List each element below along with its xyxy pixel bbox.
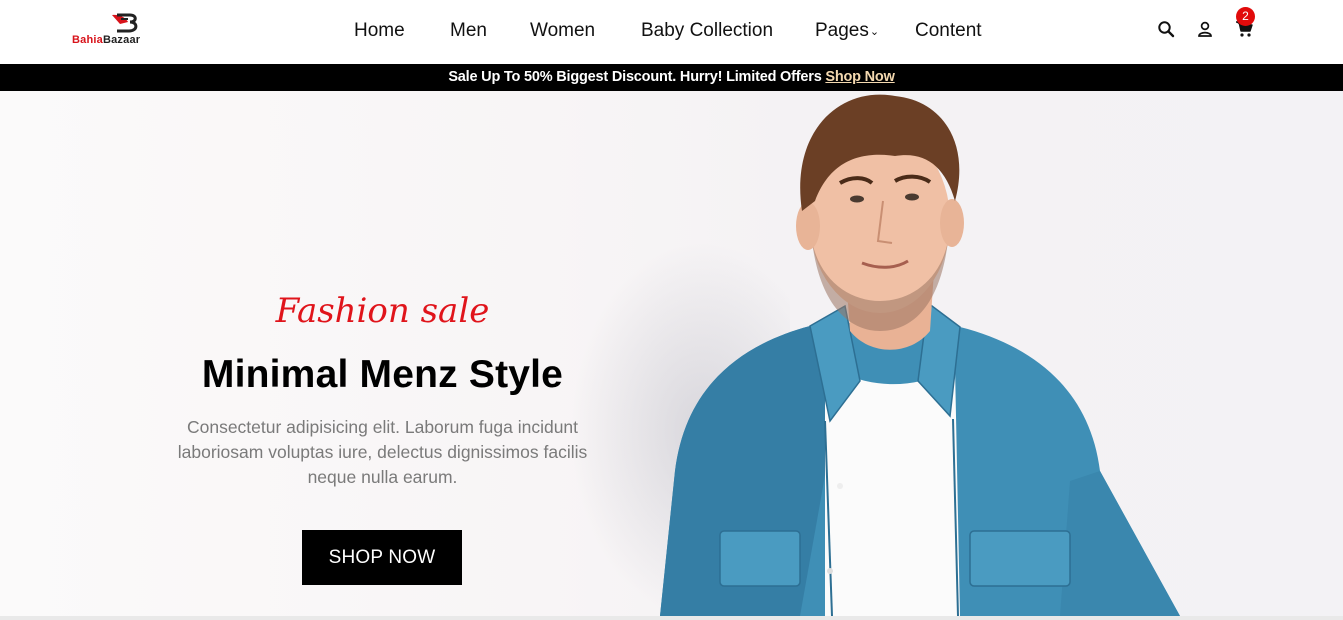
nav-content[interactable]: Content [915, 20, 982, 42]
promo-shop-now-link[interactable]: Shop Now [825, 69, 894, 85]
nav-home[interactable]: Home [354, 20, 405, 42]
shop-now-button[interactable]: SHOP NOW [302, 530, 462, 585]
promo-text: Sale Up To 50% Biggest Discount. Hurry! … [448, 69, 826, 85]
hero-subtitle: Fashion sale [275, 291, 490, 331]
promo-bar: Sale Up To 50% Biggest Discount. Hurry! … [0, 64, 1343, 91]
site-header: BahiaBazaar Home Men Women Baby Collecti… [0, 0, 1343, 64]
page-divider [0, 616, 1343, 620]
hero-title: Minimal Menz Style [201, 353, 564, 396]
hero-banner: Fashion sale Minimal Menz Style Consecte… [0, 91, 1343, 616]
hero-description: Consectetur adipisicing elit. Laborum fu… [177, 417, 588, 487]
main-nav: Home Men Women Baby Collection Pages⌄ Co… [0, 0, 1343, 64]
nav-women[interactable]: Women [530, 20, 595, 42]
chevron-down-icon: ⌄ [869, 26, 880, 38]
user-icon[interactable] [1196, 20, 1218, 42]
cart-count-badge: 2 [1236, 7, 1255, 26]
nav-baby-collection[interactable]: Baby Collection [641, 20, 773, 42]
nav-pages[interactable]: Pages⌄ [815, 20, 879, 42]
nav-pages-label: Pages [815, 20, 869, 41]
search-icon[interactable] [1157, 20, 1179, 42]
nav-men[interactable]: Men [450, 20, 487, 42]
